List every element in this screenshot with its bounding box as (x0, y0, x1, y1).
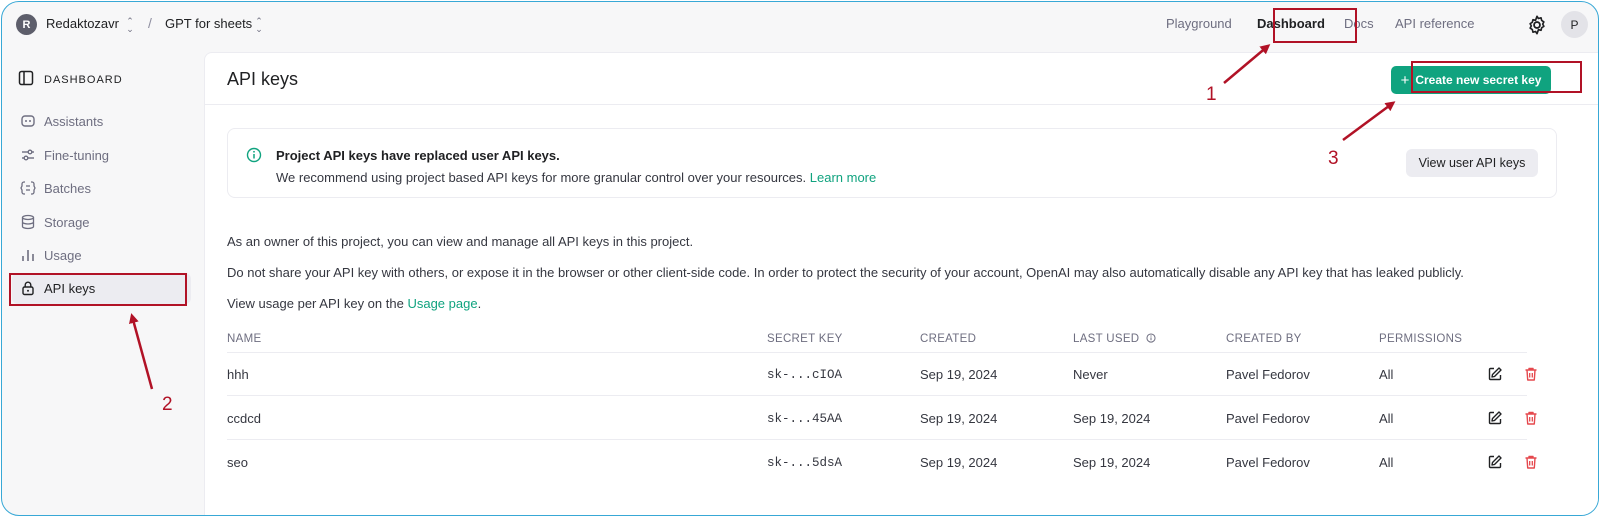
app-window: R Redaktozavr ⌃ ⌄ / GPT for sheets ⌃ ⌄ Pla… (1, 1, 1599, 516)
annotation-label-2: 2 (162, 394, 173, 415)
annotation-label-1: 1 (1206, 84, 1217, 105)
annotation-arrows (129, 44, 1396, 390)
annotation-label-3: 3 (1328, 148, 1339, 169)
